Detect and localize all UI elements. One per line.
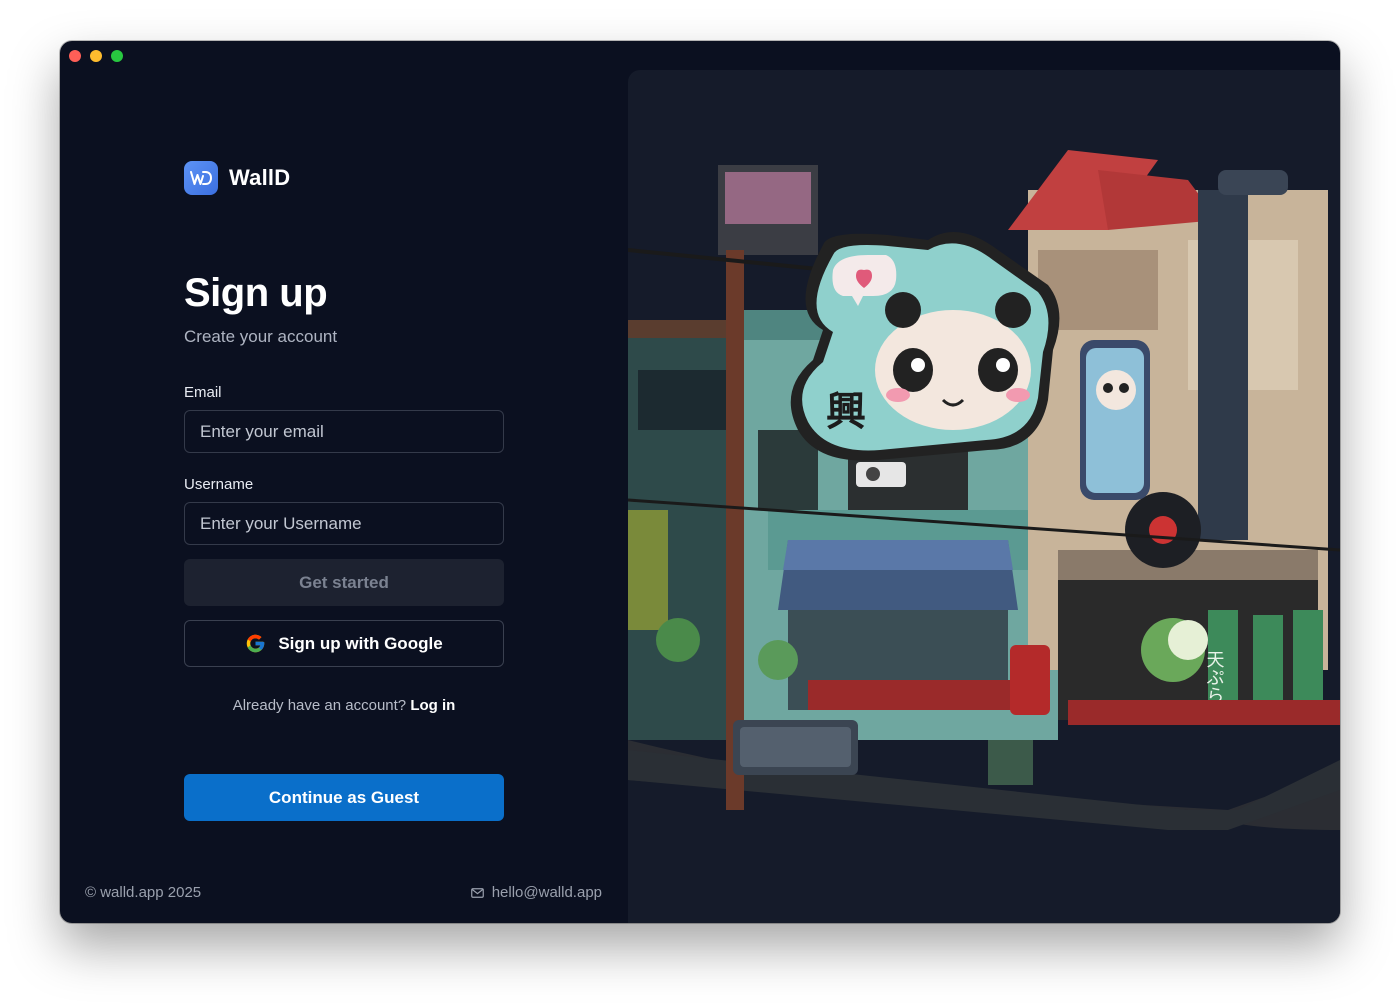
brand-name: WallD	[229, 165, 291, 190]
street-scene-illustration: 興 天ぷら	[628, 150, 1340, 830]
login-link[interactable]: Log in	[410, 697, 455, 714]
page-title: Sign up	[184, 271, 328, 315]
login-prompt: Already have an account? Log in	[184, 697, 504, 714]
get-started-button[interactable]: Get started	[184, 559, 504, 606]
username-label: Username	[184, 476, 254, 493]
guest-label: Continue as Guest	[268, 787, 420, 807]
banner-text: 天ぷら	[1204, 650, 1225, 704]
email-label: Email	[184, 384, 222, 401]
app-window: WallD Sign up Create your account Email …	[60, 41, 1340, 923]
brand-logo: WallD	[184, 161, 290, 195]
already-account-text: Already have an account?	[232, 697, 407, 714]
google-icon	[245, 633, 266, 654]
footer-email: hello@walld.app	[491, 884, 602, 901]
email-field[interactable]	[184, 410, 504, 453]
google-signup-label: Sign up with Google	[278, 633, 443, 653]
get-started-label: Get started	[299, 572, 389, 592]
footer-contact[interactable]: hello@walld.app	[470, 884, 602, 901]
username-field[interactable]	[184, 502, 504, 545]
sign-character: 興	[826, 389, 866, 435]
continue-as-guest-button[interactable]: Continue as Guest	[184, 774, 504, 821]
page-subtitle: Create your account	[184, 327, 338, 346]
mail-icon	[470, 887, 484, 898]
wallpaper-preview: 興 天ぷら	[628, 70, 1340, 923]
google-signup-button[interactable]: Sign up with Google	[184, 620, 504, 667]
footer-copyright: © walld.app 2025	[85, 884, 202, 901]
walld-logo-icon	[184, 161, 218, 195]
signup-panel: WallD Sign up Create your account Email …	[60, 41, 628, 923]
